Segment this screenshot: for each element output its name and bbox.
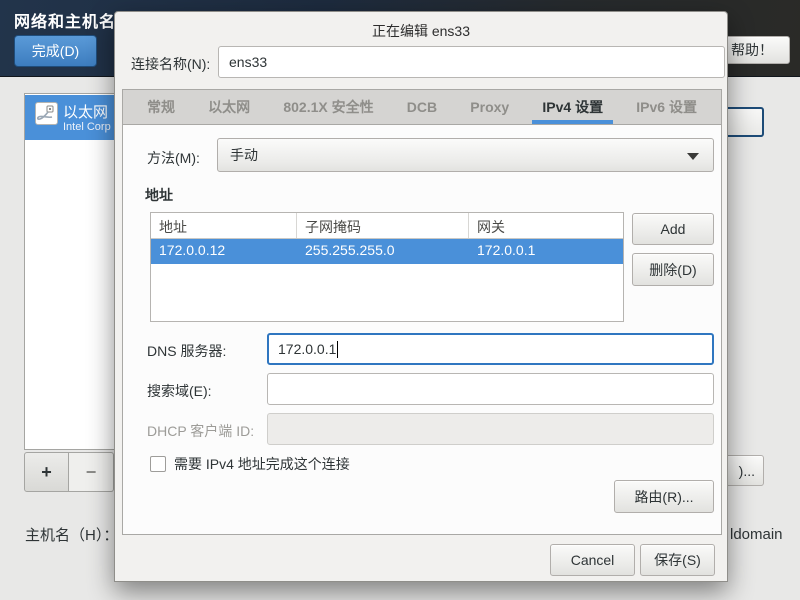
require-ipv4-checkbox-label: 需要 IPv4 地址完成这个连接 bbox=[174, 454, 350, 474]
remove-device-button[interactable]: − bbox=[69, 452, 114, 492]
device-list: 以太网 Intel Corp bbox=[24, 93, 118, 450]
addresses-section-label: 地址 bbox=[145, 185, 173, 205]
cell-gateway[interactable]: 172.0.0.1 bbox=[469, 239, 623, 264]
dhcp-client-id-input bbox=[267, 413, 714, 445]
address-table: 地址 子网掩码 网关 172.0.0.12 255.255.255.0 172.… bbox=[150, 212, 624, 322]
tab-proxy[interactable]: Proxy bbox=[460, 90, 519, 124]
save-button[interactable]: 保存(S) bbox=[640, 544, 715, 576]
add-device-button[interactable]: + bbox=[24, 452, 69, 492]
tab-ipv6-settings[interactable]: IPv6 设置 bbox=[626, 90, 707, 124]
search-domains-label: 搜索域(E): bbox=[147, 381, 212, 401]
checkbox-unchecked-icon[interactable] bbox=[150, 456, 166, 472]
dialog-title: 正在编辑 ens33 bbox=[115, 21, 727, 41]
tab-ipv4-settings[interactable]: IPv4 设置 bbox=[532, 90, 613, 124]
hostname-value-fragment: ldomain bbox=[730, 526, 783, 543]
device-sublabel: Intel Corp bbox=[63, 121, 111, 133]
cell-netmask[interactable]: 255.255.255.0 bbox=[297, 239, 469, 264]
device-list-toolbar: + − bbox=[24, 452, 114, 492]
tab-ethernet[interactable]: 以太网 bbox=[198, 90, 260, 124]
column-header-gateway[interactable]: 网关 bbox=[469, 213, 623, 238]
dns-label: DNS 服务器: bbox=[147, 341, 226, 361]
hostname-label: 主机名（H）： bbox=[25, 524, 118, 545]
cancel-button[interactable]: Cancel bbox=[550, 544, 635, 576]
edit-connection-dialog: 正在编辑 ens33 连接名称(N): 常规 以太网 802.1X 安全性 DC… bbox=[114, 11, 728, 582]
ethernet-cable-icon bbox=[35, 102, 58, 125]
ipv4-settings-page: 方法(M): 手动 地址 地址 子网掩码 网关 172.0.0.12 255.2… bbox=[123, 125, 721, 534]
device-label: 以太网 bbox=[63, 101, 108, 122]
column-header-netmask[interactable]: 子网掩码 bbox=[297, 213, 469, 238]
search-domains-input[interactable] bbox=[267, 373, 714, 405]
delete-address-button[interactable]: 删除(D) bbox=[632, 253, 714, 286]
method-dropdown[interactable]: 手动 bbox=[217, 138, 714, 172]
tab-8021x-security[interactable]: 802.1X 安全性 bbox=[273, 90, 383, 124]
done-button[interactable]: 完成(D) bbox=[14, 35, 97, 67]
settings-notebook: 常规 以太网 802.1X 安全性 DCB Proxy IPv4 设置 IPv6… bbox=[122, 89, 722, 535]
connection-name-label: 连接名称(N): bbox=[131, 54, 210, 74]
dhcp-client-id-label: DHCP 客户端 ID: bbox=[147, 421, 254, 441]
chevron-down-icon bbox=[687, 153, 699, 160]
background-focused-control[interactable] bbox=[722, 107, 764, 137]
tab-dcb[interactable]: DCB bbox=[397, 90, 447, 124]
require-ipv4-checkbox-row[interactable]: 需要 IPv4 地址完成这个连接 bbox=[150, 454, 350, 474]
dns-value: 172.0.0.1 bbox=[278, 341, 336, 357]
page-title: 网络和主机名 bbox=[14, 8, 116, 32]
connection-name-input[interactable] bbox=[218, 46, 725, 78]
method-label: 方法(M): bbox=[147, 148, 200, 168]
column-header-address[interactable]: 地址 bbox=[151, 213, 297, 238]
text-caret bbox=[337, 341, 338, 358]
method-selected-value: 手动 bbox=[230, 145, 258, 165]
add-address-button[interactable]: Add bbox=[632, 213, 714, 245]
tab-general[interactable]: 常规 bbox=[137, 90, 185, 124]
address-table-header: 地址 子网掩码 网关 bbox=[151, 213, 623, 239]
cell-address[interactable]: 172.0.0.12 bbox=[151, 239, 297, 264]
routes-button[interactable]: 路由(R)... bbox=[614, 480, 714, 513]
tab-strip: 常规 以太网 802.1X 安全性 DCB Proxy IPv4 设置 IPv6… bbox=[123, 90, 721, 125]
dns-input[interactable]: 172.0.0.1 bbox=[267, 333, 714, 365]
address-table-row[interactable]: 172.0.0.12 255.255.255.0 172.0.0.1 bbox=[151, 239, 623, 264]
device-list-item-ethernet[interactable]: 以太网 Intel Corp bbox=[25, 95, 117, 140]
